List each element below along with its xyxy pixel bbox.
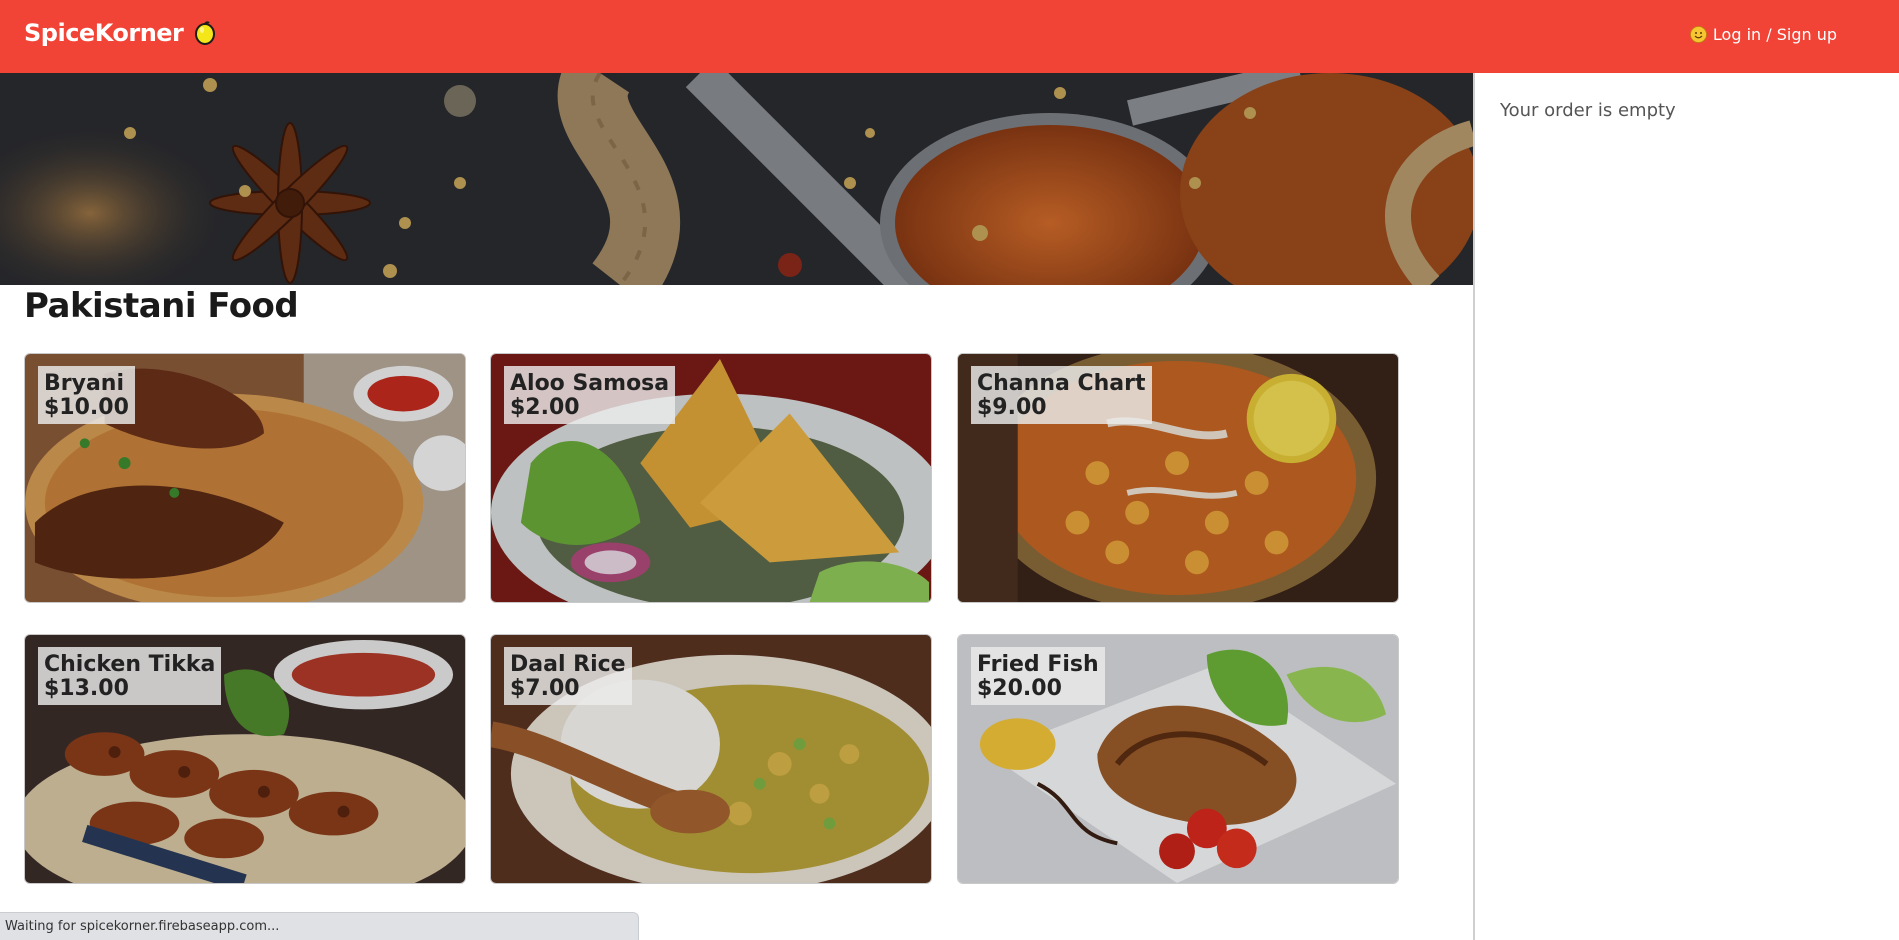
smile-emoji-icon xyxy=(1690,26,1707,43)
menu-item-name: Aloo Samosa xyxy=(510,371,670,396)
top-navbar: SpiceKorner Log in / Sign up xyxy=(0,0,1899,73)
menu-item-price: $2.00 xyxy=(510,395,580,420)
menu-item-card[interactable]: Fried Fish $20.00 xyxy=(957,634,1399,884)
browser-status-bar: Waiting for spicekorner.firebaseapp.com.… xyxy=(0,912,639,940)
order-sidebar: Your order is empty xyxy=(1473,73,1899,940)
menu-item-label: Fried Fish $20.00 xyxy=(971,647,1105,705)
menu-item-name: Bryani xyxy=(44,371,125,396)
menu-item-card[interactable]: Channa Chart $9.00 xyxy=(957,353,1399,603)
menu-item-name: Daal Rice xyxy=(510,652,626,677)
menu-item-price: $9.00 xyxy=(977,395,1047,420)
brand-logo[interactable]: SpiceKorner xyxy=(24,19,217,47)
menu-item-card[interactable]: Bryani $10.00 xyxy=(24,353,466,603)
lemon-icon xyxy=(193,21,217,45)
menu-item-label: Chicken Tikka $13.00 xyxy=(38,647,222,705)
login-signup-link[interactable]: Log in / Sign up xyxy=(1690,25,1837,44)
login-label: Log in / Sign up xyxy=(1712,25,1837,44)
brand-name: SpiceKorner xyxy=(24,19,184,47)
menu-item-name: Chicken Tikka xyxy=(44,652,216,677)
section-title: Pakistani Food xyxy=(24,286,299,326)
menu-item-price: $20.00 xyxy=(977,676,1062,701)
menu-item-price: $13.00 xyxy=(44,676,129,701)
menu-item-label: Aloo Samosa $2.00 xyxy=(504,366,676,424)
menu-item-price: $10.00 xyxy=(44,395,129,420)
menu-item-name: Fried Fish xyxy=(977,652,1099,677)
hero-banner-image xyxy=(0,73,1473,285)
menu-item-card[interactable]: Aloo Samosa $2.00 xyxy=(490,353,932,603)
menu-item-card[interactable]: Chicken Tikka $13.00 xyxy=(24,634,466,884)
menu-item-label: Bryani $10.00 xyxy=(38,366,135,424)
menu-item-name: Channa Chart xyxy=(977,371,1146,396)
menu-item-label: Channa Chart $9.00 xyxy=(971,366,1152,424)
menu-item-price: $7.00 xyxy=(510,676,580,701)
order-empty-message: Your order is empty xyxy=(1500,100,1676,121)
menu-item-label: Daal Rice $7.00 xyxy=(504,647,632,705)
menu-item-card[interactable]: Daal Rice $7.00 xyxy=(490,634,932,884)
